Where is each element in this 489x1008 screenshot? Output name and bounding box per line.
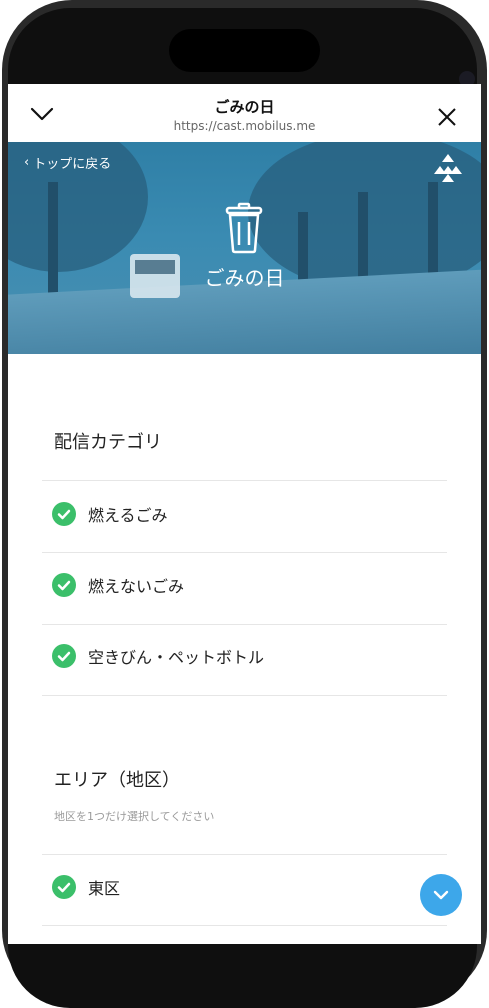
browser-url: https://cast.mobilus.me xyxy=(173,119,316,133)
area-label: 東区 xyxy=(88,879,121,898)
check-icon xyxy=(52,644,76,668)
browser-header: ごみの日 https://cast.mobilus.me xyxy=(8,84,481,142)
hero-banner: ‹ トップに戻る ごみの日 xyxy=(8,142,481,354)
back-to-top-label: トップに戻る xyxy=(33,157,112,172)
chevron-left-icon: ‹ xyxy=(24,155,30,170)
browser-title: ごみの日 xyxy=(214,98,275,116)
back-to-top-link[interactable]: ‹ トップに戻る xyxy=(24,153,111,172)
category-label: 燃えないごみ xyxy=(88,577,185,596)
check-icon xyxy=(52,573,76,597)
divider xyxy=(42,552,447,553)
dynamic-island xyxy=(169,29,475,87)
divider xyxy=(42,624,447,625)
category-label: 燃えるごみ xyxy=(88,506,168,525)
category-item[interactable]: 燃えるごみ xyxy=(52,499,432,529)
area-section-title: エリア（地区） xyxy=(54,770,180,791)
category-item[interactable]: 燃えないごみ xyxy=(52,570,432,600)
close-icon[interactable] xyxy=(436,106,458,128)
category-section-title: 配信カテゴリ xyxy=(54,432,162,453)
area-item[interactable]: 東区 xyxy=(52,872,432,902)
chevron-down-icon xyxy=(433,890,449,900)
category-item[interactable]: 空きびん・ペットボトル xyxy=(52,641,432,671)
hero-title: ごみの日 xyxy=(204,266,285,290)
divider xyxy=(42,925,447,926)
category-label: 空きびん・ペットボトル xyxy=(88,648,265,667)
city-logo-icon xyxy=(434,154,462,182)
scroll-down-button[interactable] xyxy=(420,874,462,916)
divider xyxy=(42,854,447,855)
screen: ごみの日 https://cast.mobilus.me ‹ トップに戻る ごみ… xyxy=(8,84,481,944)
divider xyxy=(42,480,447,481)
divider xyxy=(42,695,447,696)
area-helper-text: 地区を1つだけ選択してください xyxy=(54,810,215,823)
check-icon xyxy=(52,875,76,899)
trash-can-icon xyxy=(225,202,263,254)
check-icon xyxy=(52,502,76,526)
phone-frame: ごみの日 https://cast.mobilus.me ‹ トップに戻る ごみ… xyxy=(0,0,489,1008)
